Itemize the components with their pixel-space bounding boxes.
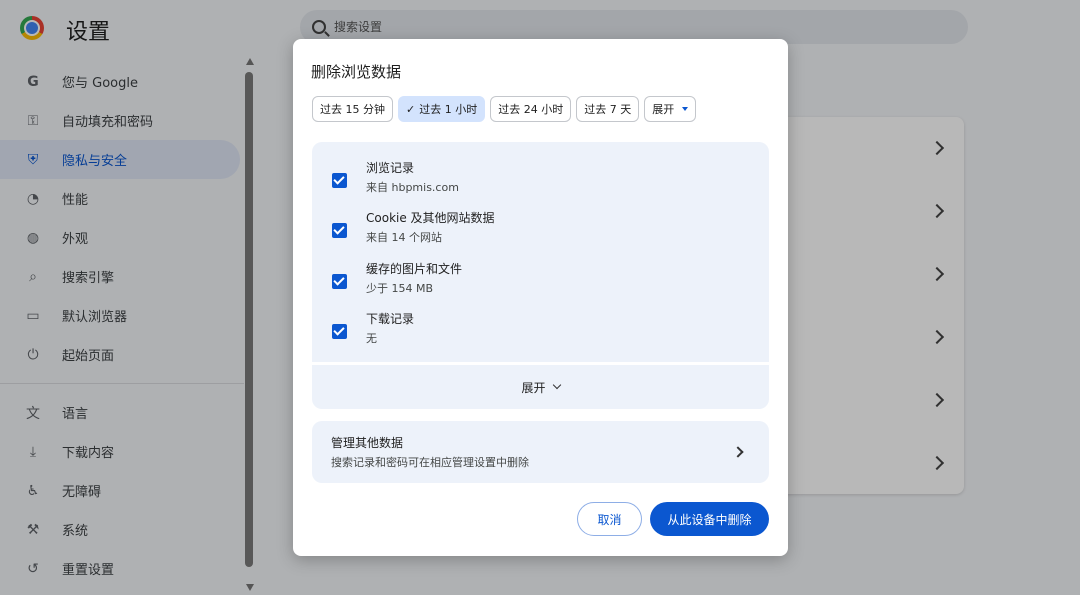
delete-from-device-button[interactable]: 从此设备中删除: [650, 502, 769, 536]
option-title: 下载记录: [366, 312, 415, 326]
option-subtitle: 无: [366, 332, 377, 345]
time-range-chips: 过去 15 分钟 ✓ 过去 1 小时 过去 24 小时 过去 7 天 展开: [312, 96, 701, 122]
time-range-chip-24hours[interactable]: 过去 24 小时: [490, 96, 572, 122]
caret-down-icon: [682, 107, 689, 111]
expand-label: 展开: [521, 380, 546, 395]
expand-options-button[interactable]: 展开: [312, 365, 769, 409]
chip-label: 展开: [652, 103, 675, 116]
option-cookies[interactable]: Cookie 及其他网站数据 来自 14 个网站: [312, 209, 769, 257]
option-browsing-history[interactable]: 浏览记录 来自 hbpmis.com: [312, 159, 769, 207]
option-subtitle: 来自 14 个网站: [366, 231, 442, 244]
chip-label: 过去 1 小时: [419, 103, 478, 116]
cancel-button[interactable]: 取消: [577, 502, 642, 536]
settings-app: 设置 G 您与 Google ⚿ 自动填充和密码 ⛨ 隐私与安全 ◔ 性能 ◍ …: [0, 0, 1080, 595]
time-range-chip-15min[interactable]: 过去 15 分钟: [312, 96, 393, 122]
option-title: Cookie 及其他网站数据: [366, 211, 495, 225]
option-download-history[interactable]: 下载记录 无: [312, 310, 769, 358]
manage-subtitle: 搜索记录和密码可在相应管理设置中删除: [331, 456, 529, 469]
chevron-right-icon: [732, 446, 744, 458]
checkbox-checked[interactable]: [332, 173, 347, 188]
option-subtitle: 少于 154 MB: [366, 282, 434, 295]
manage-title: 管理其他数据: [331, 436, 404, 450]
dialog-title: 删除浏览数据: [311, 63, 402, 81]
checkbox-checked[interactable]: [332, 324, 347, 339]
option-title: 缓存的图片和文件: [366, 262, 463, 276]
time-range-chip-7days[interactable]: 过去 7 天: [576, 96, 640, 122]
checkbox-checked[interactable]: [332, 223, 347, 238]
time-range-more-dropdown[interactable]: 展开: [644, 96, 697, 122]
chip-label: 过去 7 天: [584, 103, 632, 116]
data-type-list: 浏览记录 来自 hbpmis.com Cookie 及其他网站数据 来自 14 …: [312, 142, 769, 362]
chevron-down-icon: [552, 380, 561, 390]
time-range-chip-1hour[interactable]: ✓ 过去 1 小时: [398, 96, 486, 122]
checkbox-checked[interactable]: [332, 274, 347, 289]
clear-browsing-data-dialog: 删除浏览数据 过去 15 分钟 ✓ 过去 1 小时 过去 24 小时 过去 7 …: [293, 39, 788, 556]
chip-label: 过去 15 分钟: [320, 103, 385, 116]
option-cached-images[interactable]: 缓存的图片和文件 少于 154 MB: [312, 260, 769, 308]
manage-other-data-row[interactable]: 管理其他数据 搜索记录和密码可在相应管理设置中删除: [312, 421, 769, 483]
option-subtitle: 来自 hbpmis.com: [366, 181, 459, 194]
chip-label: 过去 24 小时: [498, 103, 564, 116]
option-title: 浏览记录: [366, 161, 415, 175]
checkmark-icon: ✓: [406, 102, 416, 116]
